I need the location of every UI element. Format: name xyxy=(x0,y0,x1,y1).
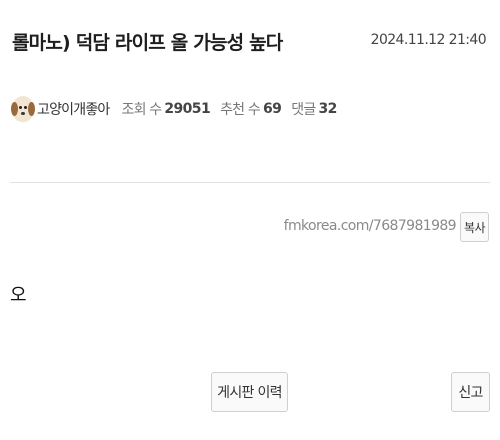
post-title: 롤마노) 덕담 라이프 올 가능성 높다 xyxy=(12,32,283,54)
dog-avatar-icon[interactable] xyxy=(11,96,35,122)
post-url[interactable]: fmkorea.com/7687981989 xyxy=(284,218,457,234)
copy-url-button[interactable]: 복사 xyxy=(460,212,489,242)
report-button[interactable]: 신고 xyxy=(451,372,490,412)
comments-label: 댓글 xyxy=(291,102,316,118)
header-divider xyxy=(10,182,490,183)
recommends-count: 69 xyxy=(262,101,282,117)
post-content: 오 xyxy=(10,285,27,306)
post-meta: 고양이개좋아 조회 수 29051 추천 수 69 댓글 32 xyxy=(11,94,347,124)
views-count: 29051 xyxy=(164,101,211,117)
board-history-button[interactable]: 게시판 이력 xyxy=(211,372,288,412)
views-label: 조회 수 xyxy=(121,102,162,118)
comments-count: 32 xyxy=(318,101,337,117)
recommends-label: 추천 수 xyxy=(220,102,261,118)
author-name[interactable]: 고양이개좋아 xyxy=(37,99,110,119)
post-date: 2024.11.12 21:40 xyxy=(370,32,487,48)
